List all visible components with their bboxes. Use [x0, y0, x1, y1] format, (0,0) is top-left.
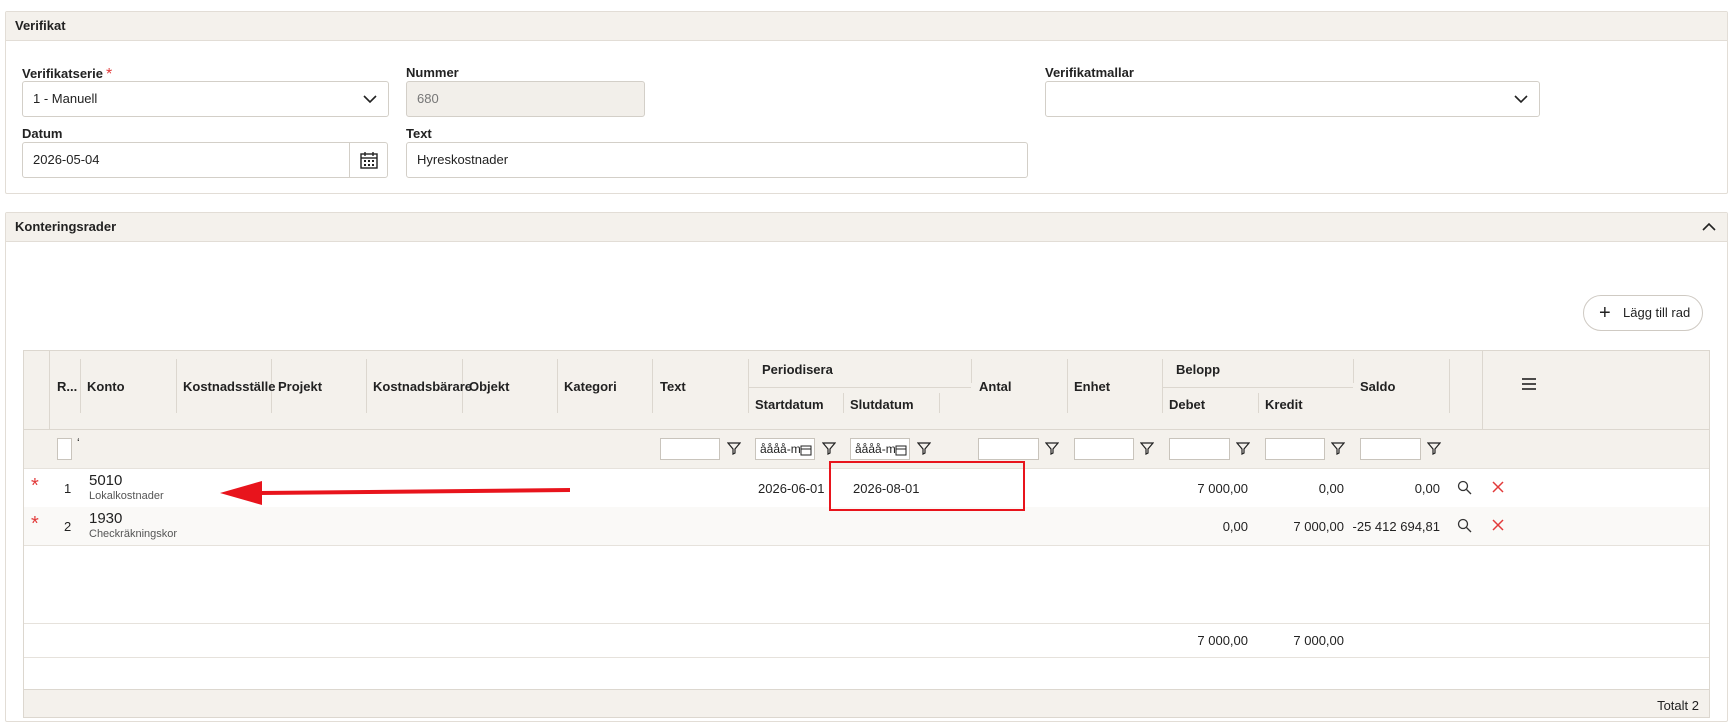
verifikatmallar-select[interactable] [1045, 81, 1540, 117]
totals-row: 7 000,00 7 000,00 [24, 623, 1709, 658]
verifikat-header: Verifikat [6, 12, 1727, 41]
verifikatserie-select[interactable]: 1 - Manuell [22, 81, 389, 117]
verifikatserie-value: 1 - Manuell [33, 91, 98, 106]
col-debet-header[interactable]: Debet [1169, 397, 1205, 412]
col-periodisera-header: Periodisera [762, 362, 833, 377]
row-number: 1 [64, 481, 72, 496]
calendar-icon [359, 152, 378, 169]
datum-value: 2026-05-04 [33, 152, 100, 167]
filter-icon[interactable] [1236, 441, 1250, 455]
chevron-up-icon[interactable] [1701, 220, 1717, 234]
col-row-header: R... [57, 379, 78, 394]
konteringsrader-header: Konteringsrader [6, 213, 1727, 242]
add-row-label: Lägg till rad [1623, 305, 1691, 320]
nummer-field: 680 [406, 81, 645, 117]
highlight-box [829, 461, 1025, 511]
filter-icon[interactable] [1140, 441, 1154, 455]
filter-debet-input[interactable] [1169, 438, 1230, 460]
filter-saldo-input[interactable] [1360, 438, 1421, 460]
total-kredit: 7 000,00 [1293, 633, 1344, 648]
filter-icon[interactable] [1331, 441, 1345, 455]
filter-antal-input[interactable] [978, 438, 1039, 460]
konto-number[interactable]: 1930 [89, 510, 122, 527]
saldo-cell: 0,00 [1414, 481, 1440, 496]
plus-icon: + [1599, 302, 1611, 324]
chevron-down-icon [1514, 95, 1528, 104]
debet-cell[interactable]: 0,00 [1164, 519, 1248, 534]
col-kostnadsstalle-header[interactable]: Kostnadsställe [183, 379, 275, 394]
required-mark: * [31, 513, 39, 535]
datum-field[interactable]: 2026-05-04 [22, 142, 388, 178]
calendar-button[interactable] [349, 143, 387, 177]
filter-startdatum-input[interactable]: åååå-m [755, 438, 815, 460]
calendar-icon [800, 442, 812, 459]
verifikatmallar-label: Verifikatmallar [1045, 65, 1134, 80]
col-text-header[interactable]: Text [660, 379, 686, 394]
startdatum-cell[interactable]: 2026-06-01 [758, 481, 825, 496]
col-objekt-header[interactable]: Objekt [469, 379, 509, 394]
col-enhet-header[interactable]: Enhet [1074, 379, 1110, 394]
col-belopp-header: Belopp [1176, 362, 1221, 377]
kredit-cell[interactable]: 0,00 [1260, 481, 1344, 496]
delete-icon[interactable] [1492, 481, 1504, 493]
filter-icon[interactable] [822, 441, 836, 455]
filter-icon[interactable] [727, 441, 741, 455]
column-menu-icon[interactable] [1522, 378, 1536, 390]
required-mark: * [31, 475, 39, 497]
col-kostnadsbarare-header[interactable]: Kostnadsbärare [373, 379, 472, 394]
saldo-cell: -25 412 694,81 [1352, 519, 1440, 534]
search-icon[interactable] [1457, 518, 1472, 533]
row-count: Totalt 2 [1657, 698, 1699, 713]
filter-row-mark: ʻ [77, 436, 80, 450]
row-number: 2 [64, 519, 72, 534]
konto-name: Checkräkningskor [89, 528, 178, 540]
col-slutdatum-header[interactable]: Slutdatum [850, 397, 914, 412]
kontering-grid: R... Konto Kostnadsställe Projekt Kostna… [23, 350, 1710, 718]
grid-footer: Totalt 2 [24, 689, 1709, 717]
konto-number[interactable]: 5010 [89, 472, 122, 489]
table-row[interactable]: * 2 1930 Checkräkningskor 0,00 7 000,00 … [24, 507, 1709, 546]
col-startdatum-header[interactable]: Startdatum [755, 397, 824, 412]
datum-label: Datum [22, 126, 63, 141]
col-konto-header[interactable]: Konto [87, 379, 125, 394]
chevron-down-icon [363, 95, 377, 104]
col-kategori-header[interactable]: Kategori [564, 379, 617, 394]
calendar-icon [895, 442, 907, 459]
grid-header [24, 351, 1709, 430]
add-row-button[interactable]: + Lägg till rad [1583, 295, 1703, 331]
filter-icon[interactable] [917, 441, 931, 455]
col-antal-header[interactable]: Antal [979, 379, 1012, 394]
debet-cell[interactable]: 7 000,00 [1164, 481, 1248, 496]
arrow-annotation [220, 481, 571, 505]
col-projekt-header[interactable]: Projekt [278, 379, 322, 394]
col-saldo-header[interactable]: Saldo [1360, 379, 1395, 394]
delete-icon[interactable] [1492, 519, 1504, 531]
text-label: Text [406, 126, 432, 141]
filter-icon[interactable] [1045, 441, 1059, 455]
col-kredit-header[interactable]: Kredit [1265, 397, 1303, 412]
filter-slutdatum-input[interactable]: åååå-m [850, 438, 910, 460]
filter-enhet-input[interactable] [1074, 438, 1134, 460]
nummer-label: Nummer [406, 65, 459, 80]
filter-icon[interactable] [1427, 441, 1441, 455]
total-debet: 7 000,00 [1197, 633, 1248, 648]
select-all-checkbox[interactable] [57, 438, 72, 460]
filter-kredit-input[interactable] [1265, 438, 1325, 460]
text-field[interactable]: Hyreskostnader [406, 142, 1028, 178]
filter-text-input[interactable] [660, 438, 720, 460]
search-icon[interactable] [1457, 480, 1472, 495]
konteringsrader-title: Konteringsrader [15, 219, 117, 234]
konto-name: Lokalkostnader [89, 490, 164, 502]
kredit-cell[interactable]: 7 000,00 [1260, 519, 1344, 534]
verifikat-title: Verifikat [15, 18, 66, 33]
